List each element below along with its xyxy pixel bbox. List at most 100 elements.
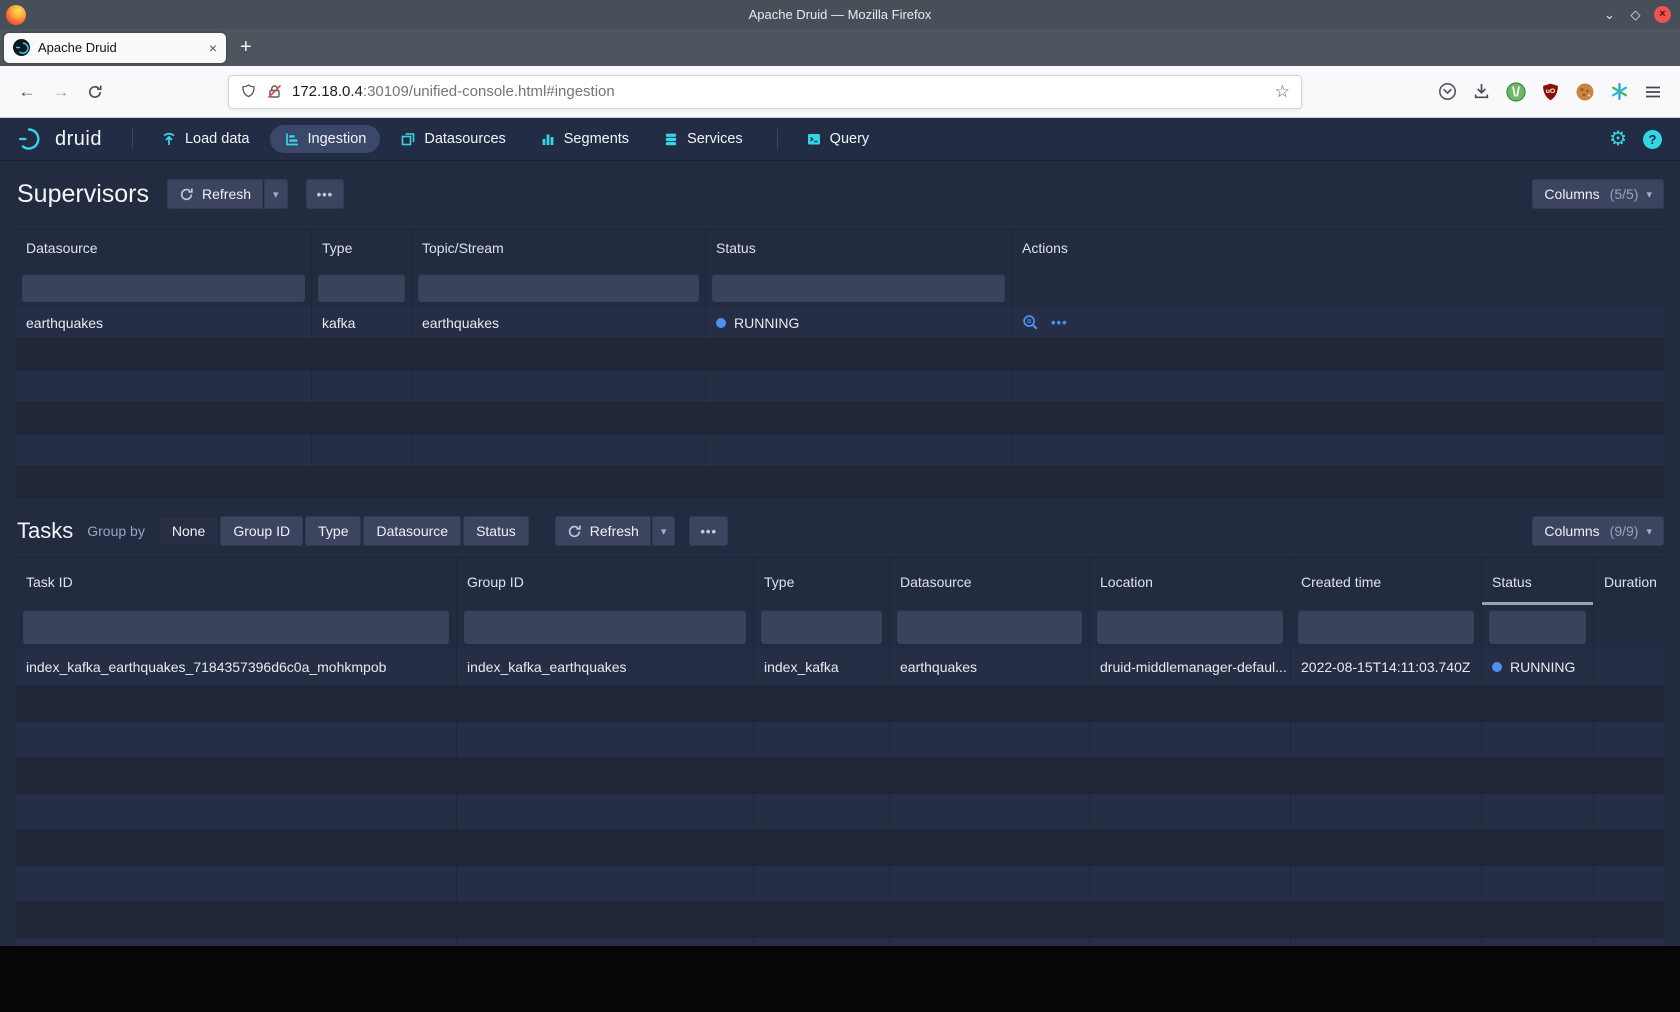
header-group-id[interactable]: Group ID (457, 555, 754, 605)
supervisor-row[interactable]: earthquakes kafka earthquakes RUNNING ••… (16, 307, 1664, 339)
cookie-extension-icon[interactable] (1575, 82, 1595, 102)
druid-logo[interactable]: druid (18, 126, 102, 152)
tasks-title: Tasks (17, 518, 73, 544)
tasks-refresh-caret-button[interactable]: ▾ (652, 516, 676, 546)
privacy-badger-extension-icon[interactable] (1506, 82, 1526, 102)
load-data-icon (161, 131, 177, 147)
supervisors-refresh-caret-button[interactable]: ▾ (264, 179, 288, 209)
window-maximize-button[interactable]: ◇ (1628, 7, 1643, 22)
type-filter-input[interactable] (318, 274, 405, 302)
created-time-filter-input[interactable] (1298, 610, 1474, 644)
header-duration[interactable]: Duration (1594, 555, 1664, 605)
empty-row (16, 794, 1664, 830)
nav-item-label: Datasources (424, 131, 505, 147)
firefox-window: Apache Druid — Mozilla Firefox ⌄ ◇ × Apa… (0, 0, 1680, 946)
window-close-button[interactable]: × (1654, 6, 1671, 23)
task-id-filter-input[interactable] (23, 610, 449, 644)
pocket-icon[interactable] (1438, 82, 1457, 101)
window-titlebar: Apache Druid — Mozilla Firefox ⌄ ◇ × (0, 0, 1680, 29)
topic-filter-input[interactable] (418, 274, 699, 302)
reload-button[interactable] (78, 84, 112, 100)
shield-icon[interactable] (240, 83, 257, 100)
header-task-id[interactable]: Task ID (16, 555, 457, 605)
window-minimize-button[interactable]: ⌄ (1602, 7, 1617, 22)
nav-item-query[interactable]: Query (792, 125, 884, 153)
datasource-filter-input[interactable] (22, 274, 305, 302)
group-by-none-button[interactable]: None (159, 516, 218, 546)
header-status[interactable]: Status (706, 227, 1012, 269)
columns-count: (5/5) (1610, 186, 1639, 202)
nav-item-label: Ingestion (308, 131, 367, 147)
url-bar[interactable]: 172.18.0.4:30109/unified-console.html#in… (228, 75, 1302, 109)
settings-gear-icon[interactable]: ⚙ (1609, 129, 1627, 149)
containers-asterisk-extension-icon[interactable] (1610, 82, 1629, 101)
columns-label: Columns (1544, 523, 1599, 539)
nav-item-load-data[interactable]: Load data (147, 125, 264, 153)
cell-group-id: index_kafka_earthquakes (457, 649, 754, 685)
url-text: 172.18.0.4:30109/unified-console.html#in… (292, 83, 1266, 100)
empty-row (16, 938, 1664, 946)
tasks-refresh-button[interactable]: Refresh (555, 516, 651, 546)
nav-item-segments[interactable]: Segments (526, 125, 643, 153)
browser-tab[interactable]: Apache Druid × (4, 33, 226, 63)
header-datasource[interactable]: Datasource (890, 555, 1090, 605)
menu-hamburger-icon[interactable] (1644, 84, 1662, 100)
group-by-type-button[interactable]: Type (305, 516, 361, 546)
ublock-shield-extension-icon[interactable]: uO (1541, 82, 1560, 102)
tasks-columns-button[interactable]: Columns(9/9) ▾ (1532, 516, 1664, 546)
tasks-more-button[interactable]: ••• (689, 516, 728, 546)
cell-status: RUNNING (1482, 649, 1594, 685)
firefox-logo-icon (6, 5, 26, 25)
group-by-status-button[interactable]: Status (463, 516, 529, 546)
window-title: Apache Druid — Mozilla Firefox (0, 7, 1680, 22)
task-row[interactable]: index_kafka_earthquakes_7184357396d6c0a_… (16, 649, 1664, 686)
tasks-filter-row (16, 605, 1664, 649)
datasource-filter-input[interactable] (897, 610, 1082, 644)
group-by-button-group: None Group ID Type Datasource Status (159, 516, 529, 546)
header-type[interactable]: Type (754, 555, 890, 605)
group-by-datasource-button[interactable]: Datasource (363, 516, 461, 546)
download-icon[interactable] (1472, 82, 1491, 101)
location-filter-input[interactable] (1097, 610, 1283, 644)
empty-row (16, 866, 1664, 902)
back-button[interactable]: ← (10, 82, 44, 102)
header-topic-stream[interactable]: Topic/Stream (412, 227, 706, 269)
supervisors-columns-button[interactable]: Columns(5/5) ▾ (1532, 179, 1664, 209)
nav-item-ingestion[interactable]: Ingestion (270, 125, 381, 153)
help-icon[interactable]: ? (1643, 130, 1662, 149)
header-location[interactable]: Location (1090, 555, 1291, 605)
forward-button[interactable]: → (44, 82, 78, 102)
nav-item-datasources[interactable]: Datasources (386, 125, 519, 153)
cell-type: index_kafka (754, 649, 890, 685)
group-by-label: Group by (87, 523, 145, 539)
empty-row (16, 435, 1664, 467)
header-status-sorted[interactable]: Status (1482, 555, 1594, 605)
lock-slash-icon[interactable] (266, 83, 283, 100)
view-detail-magnifier-icon[interactable] (1022, 314, 1039, 331)
cell-datasource: earthquakes (890, 649, 1090, 685)
row-more-actions-icon[interactable]: ••• (1051, 315, 1068, 330)
caret-down-icon: ▾ (1646, 525, 1652, 538)
supervisors-refresh-button[interactable]: Refresh (167, 179, 263, 209)
bookmark-star-icon[interactable]: ☆ (1275, 82, 1290, 102)
empty-row (16, 758, 1664, 794)
cell-location: druid-middlemanager-defaul... (1090, 649, 1291, 685)
header-datasource[interactable]: Datasource (16, 227, 312, 269)
nav-item-services[interactable]: Services (649, 125, 757, 153)
datasources-icon (400, 131, 416, 147)
group-id-filter-input[interactable] (464, 610, 746, 644)
header-created-time[interactable]: Created time (1291, 555, 1482, 605)
cell-topic: earthquakes (412, 307, 706, 338)
group-by-group-id-button[interactable]: Group ID (220, 516, 303, 546)
empty-row (16, 722, 1664, 758)
caret-down-icon: ▾ (273, 188, 279, 201)
status-filter-input[interactable] (1489, 610, 1586, 644)
type-filter-input[interactable] (761, 610, 882, 644)
status-filter-input[interactable] (712, 274, 1005, 302)
tab-close-icon[interactable]: × (209, 40, 217, 56)
tasks-body: index_kafka_earthquakes_7184357396d6c0a_… (16, 649, 1664, 946)
caret-down-icon: ▾ (1646, 188, 1652, 201)
supervisors-more-button[interactable]: ••• (306, 179, 345, 209)
new-tab-button[interactable]: + (240, 36, 252, 59)
header-type[interactable]: Type (312, 227, 412, 269)
